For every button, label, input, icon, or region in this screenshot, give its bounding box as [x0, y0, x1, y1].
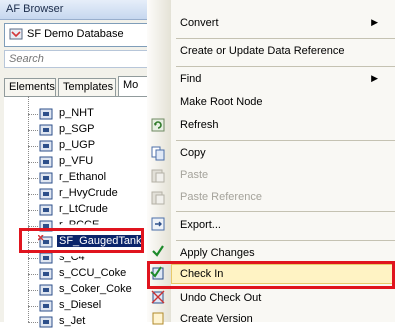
paste-reference-icon: [151, 191, 165, 205]
create-version-icon: [152, 312, 164, 325]
menu-item-create-version[interactable]: Create Version: [180, 313, 253, 325]
menu-item-make-root-node[interactable]: Make Root Node: [180, 96, 263, 108]
tree-item[interactable]: r_LtCrude: [4, 202, 154, 218]
element-node-icon: [39, 172, 53, 184]
export-icon: [151, 217, 165, 231]
element-node-icon: [39, 300, 53, 312]
undo-check-out-icon: [151, 290, 165, 304]
tree-item-label: s_Jet: [59, 315, 86, 327]
menu-separator: [176, 240, 395, 241]
tree-item[interactable]: s_Jet: [4, 314, 154, 330]
tree-item-label: s_CCU_Coke: [59, 267, 127, 279]
tree-item[interactable]: p_VFU: [4, 154, 154, 170]
tree-item[interactable]: s_Diesel: [4, 298, 154, 314]
menu-item-paste-reference: Paste Reference: [180, 191, 262, 203]
tree-rows: p_NHT p_SGP p_UGP p_VFU r_Ethanol r_HvyC…: [4, 0, 154, 328]
menu-separator: [176, 211, 395, 212]
tree-item-label: s_Diesel: [59, 299, 102, 311]
menu-item-create-update-data-reference[interactable]: Create or Update Data Reference: [180, 45, 344, 57]
tree-item-label: r_Ethanol: [59, 171, 107, 183]
tree-item-label: p_UGP: [59, 139, 96, 151]
tree-item-label: r_HvyCrude: [59, 187, 118, 199]
menu-separator: [176, 66, 395, 67]
checkmark-icon: [152, 245, 164, 257]
tree-item-label: s_Coker_Coke: [59, 283, 132, 295]
tree-item-label: p_NHT: [59, 107, 94, 119]
menu-item-label: Convert: [180, 17, 219, 29]
menu-separator: [176, 38, 395, 39]
element-node-icon: [39, 204, 53, 216]
menu-separator: [176, 140, 395, 141]
tree-item[interactable]: r_Ethanol: [4, 170, 154, 186]
tree-item-label: p_SGP: [59, 123, 95, 135]
menu-item-find[interactable]: Find ▶: [180, 73, 390, 85]
paste-icon: [151, 169, 165, 183]
menu-item-refresh[interactable]: Refresh: [180, 119, 219, 131]
copy-icon: [151, 146, 165, 161]
tree-item[interactable]: s_Coker_Coke: [4, 282, 154, 298]
menu-item-copy[interactable]: Copy: [180, 147, 206, 159]
menu-item-undo-check-out[interactable]: Undo Check Out: [180, 292, 261, 304]
tree-item[interactable]: p_UGP: [4, 138, 154, 154]
element-node-icon: [39, 188, 53, 200]
element-node-icon: [39, 316, 53, 328]
element-node-icon: [39, 156, 53, 168]
menu-item-apply-changes[interactable]: Apply Changes: [180, 247, 255, 259]
submenu-arrow-icon: ▶: [371, 73, 378, 83]
submenu-arrow-icon: ▶: [371, 17, 378, 27]
tree-item[interactable]: r_HvyCrude: [4, 186, 154, 202]
tree-item[interactable]: s_CCU_Coke: [4, 266, 154, 282]
check-in-annotation: [147, 261, 395, 289]
menu-item-convert[interactable]: Convert ▶: [180, 17, 390, 29]
tree-item-label: p_VFU: [59, 155, 94, 167]
selected-item-annotation: [19, 228, 144, 253]
element-node-icon: [39, 268, 53, 280]
tree-item[interactable]: p_NHT: [4, 106, 154, 122]
element-node-icon: [39, 284, 53, 296]
menu-item-paste: Paste: [180, 169, 209, 181]
element-node-icon: [39, 124, 53, 136]
tree-item[interactable]: p_SGP: [4, 122, 154, 138]
tree-item-label: r_LtCrude: [59, 203, 108, 215]
refresh-icon: [151, 118, 165, 132]
element-node-icon: [39, 108, 53, 120]
element-node-icon: [39, 140, 53, 152]
menu-item-label: Find: [180, 73, 202, 85]
element-node-icon: [39, 252, 53, 264]
menu-item-export[interactable]: Export...: [180, 219, 221, 231]
